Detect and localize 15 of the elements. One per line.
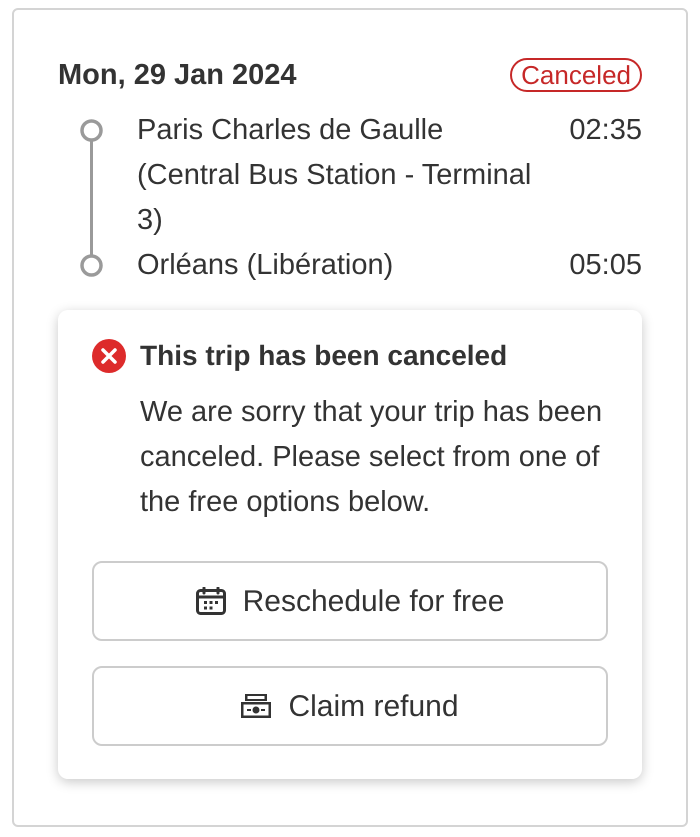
calendar-icon (196, 587, 226, 615)
reschedule-button[interactable]: Reschedule for free (92, 561, 608, 641)
alert-title: This trip has been canceled (140, 339, 508, 373)
stop-circle-icon (80, 254, 103, 277)
error-icon (92, 338, 126, 372)
stop-circle-icon (80, 119, 103, 142)
trip-date: Mon, 29 Jan 2024 (58, 58, 297, 93)
stop-time: 05:05 (569, 248, 642, 283)
status-badge: Canceled (510, 58, 642, 92)
alert-message: We are sorry that your trip has been canceled. Please select from one of the free options below. (140, 395, 604, 520)
stop-name: Orléans (Libération) (137, 248, 394, 283)
stop-time: 02:35 (569, 113, 642, 148)
claim-refund-button[interactable]: Claim refund (92, 666, 608, 746)
stop-name: Paris Charles de Gaulle (Central Bus Station - Terminal 3) (137, 113, 532, 238)
banknote-icon (241, 694, 272, 718)
